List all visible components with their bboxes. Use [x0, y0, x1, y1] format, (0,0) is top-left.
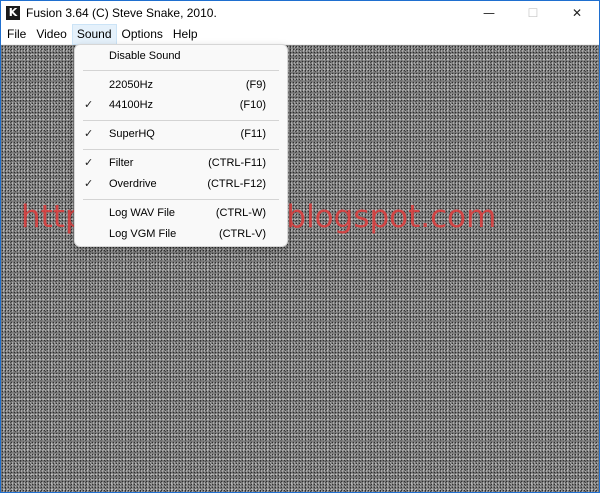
menu-sound[interactable]: Sound	[71, 24, 117, 45]
menu-item-22050hz[interactable]: 22050Hz (F9)	[75, 75, 287, 95]
menu-separator	[83, 149, 279, 150]
menu-item-label: Log WAV File	[109, 207, 176, 219]
sound-menu-dropdown: Disable Sound 22050Hz (F9) ✓ 44100Hz (F1…	[74, 44, 288, 247]
menu-file[interactable]: File	[3, 25, 30, 44]
menu-item-label: 22050Hz	[109, 79, 154, 91]
check-icon: ✓	[84, 177, 94, 190]
title-bar[interactable]: K Fusion 3.64 (C) Steve Snake, 2010. — ☐…	[1, 1, 599, 25]
close-button[interactable]: ✕	[555, 1, 599, 25]
menu-item-shortcut: (CTRL-F12)	[207, 178, 266, 190]
app-icon-letter: K	[8, 6, 18, 19]
menu-item-shortcut: (F10)	[239, 99, 266, 111]
check-icon: ✓	[84, 98, 94, 111]
menu-separator	[83, 120, 279, 121]
menu-options[interactable]: Options	[118, 25, 167, 44]
maximize-button[interactable]: ☐	[511, 1, 555, 25]
menu-item-filter[interactable]: ✓ Filter (CTRL-F11)	[75, 153, 287, 173]
menu-item-log-wav[interactable]: Log WAV File (CTRL-W)	[75, 203, 287, 223]
menu-item-label: Overdrive	[109, 178, 157, 190]
menu-video[interactable]: Video	[32, 25, 70, 44]
menu-item-label: Filter	[109, 157, 134, 169]
window-title: Fusion 3.64 (C) Steve Snake, 2010.	[26, 6, 217, 20]
emulator-window: K Fusion 3.64 (C) Steve Snake, 2010. — ☐…	[0, 0, 600, 493]
menu-item-disable-sound[interactable]: Disable Sound	[75, 46, 287, 66]
menu-item-shortcut: (CTRL-W)	[215, 207, 266, 219]
menu-item-overdrive[interactable]: ✓ Overdrive (CTRL-F12)	[75, 174, 287, 194]
menu-item-shortcut: (CTRL-V)	[218, 228, 266, 240]
menu-item-label: 44100Hz	[109, 99, 154, 111]
menu-bar: File Video Sound Options Help	[1, 24, 599, 45]
menu-item-label: Log VGM File	[109, 228, 177, 240]
menu-item-label: SuperHQ	[109, 128, 155, 140]
menu-item-shortcut: (CTRL-F11)	[208, 157, 266, 169]
minimize-button[interactable]: —	[467, 1, 511, 25]
check-icon: ✓	[84, 127, 94, 140]
menu-item-log-vgm[interactable]: Log VGM File (CTRL-V)	[75, 224, 287, 244]
menu-item-44100hz[interactable]: ✓ 44100Hz (F10)	[75, 95, 287, 115]
menu-help[interactable]: Help	[169, 25, 202, 44]
check-icon: ✓	[84, 156, 94, 169]
menu-separator	[83, 70, 279, 71]
menu-separator	[83, 199, 279, 200]
menu-item-shortcut: (F9)	[245, 79, 266, 91]
menu-item-shortcut: (F11)	[240, 128, 266, 140]
menu-item-label: Disable Sound	[109, 50, 181, 62]
app-icon[interactable]: K	[6, 6, 20, 20]
window-controls: — ☐ ✕	[467, 1, 599, 25]
menu-item-superhq[interactable]: ✓ SuperHQ (F11)	[75, 124, 287, 144]
